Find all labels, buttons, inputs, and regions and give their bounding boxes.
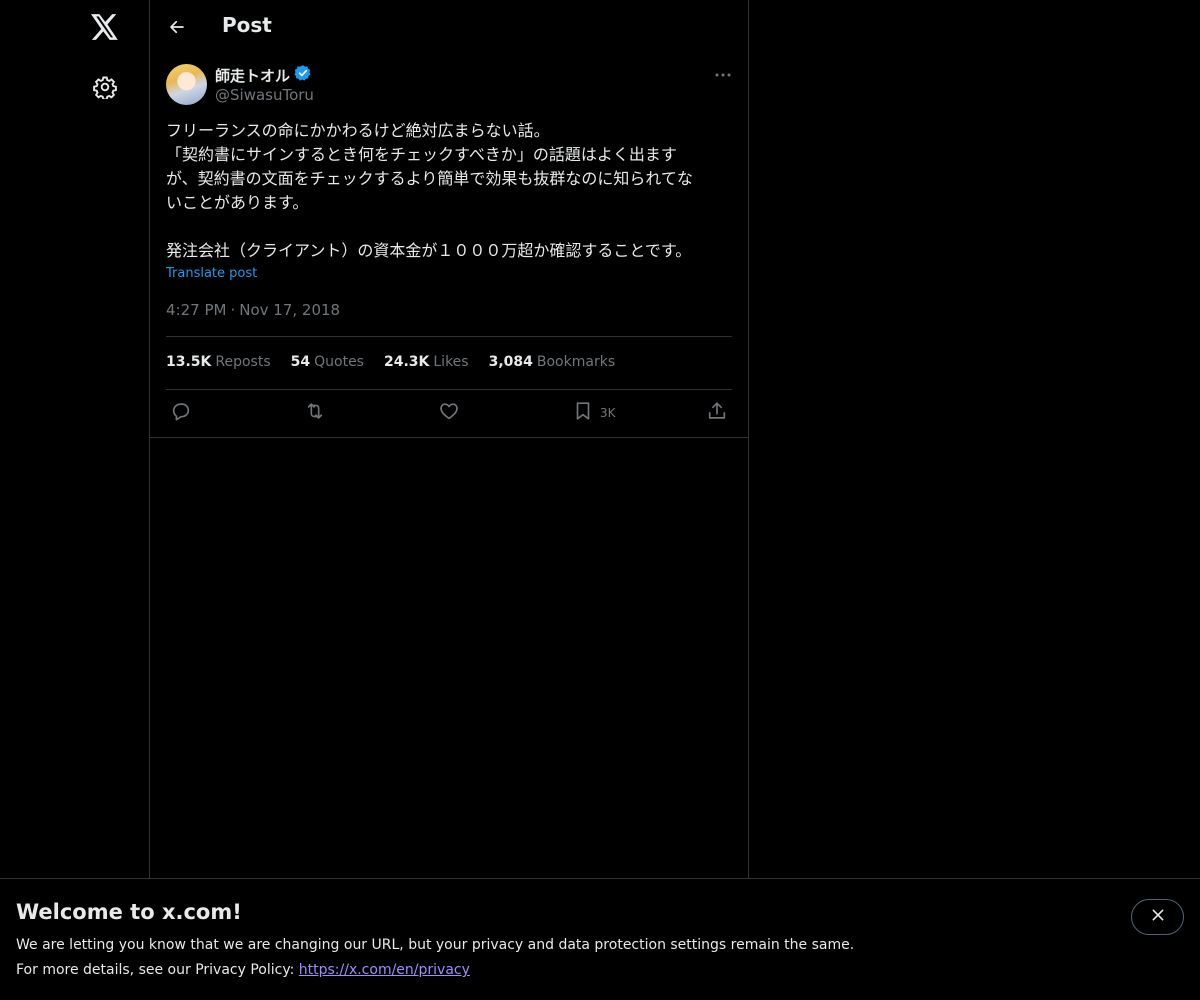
author-handle[interactable]: @SiwasuToru bbox=[215, 86, 314, 104]
post-text-gap bbox=[166, 215, 734, 239]
post-date[interactable]: Nov 17, 2018 bbox=[239, 301, 340, 319]
reposts-count: 13.5K bbox=[166, 354, 212, 370]
page: Post 師走トオル @SiwasuToru フリーランスの命にかかわるけど絶対… bbox=[0, 0, 1200, 1000]
ellipsis-icon[interactable] bbox=[712, 64, 734, 86]
banner-privacy-prefix: For more details, see our Privacy Policy… bbox=[16, 962, 299, 978]
likes-count: 24.3K bbox=[383, 354, 430, 370]
quotes-count: 54 bbox=[290, 354, 311, 370]
reposts-label: Reposts bbox=[215, 354, 271, 370]
share-button[interactable] bbox=[706, 400, 728, 426]
like-button[interactable] bbox=[438, 400, 460, 426]
quotes-label: Quotes bbox=[314, 354, 364, 370]
left-nav bbox=[0, 0, 149, 1000]
translate-post-link[interactable]: Translate post bbox=[166, 266, 257, 281]
avatar[interactable] bbox=[166, 64, 207, 105]
author-name-row: 師走トオル bbox=[215, 64, 312, 86]
post-text-line: 発注会社（クライアント）の資本金が１０００万超か確認することです。 bbox=[166, 241, 692, 260]
repost-button[interactable] bbox=[303, 400, 327, 426]
post-actions: 3K bbox=[166, 400, 734, 426]
author-display-name[interactable]: 師走トオル bbox=[215, 65, 290, 86]
close-icon bbox=[1150, 907, 1166, 927]
likes-label: Likes bbox=[433, 354, 469, 370]
welcome-banner: Welcome to x.com! We are letting you kno… bbox=[0, 878, 1200, 1000]
post-text-line: いことがあります。 bbox=[166, 193, 309, 212]
reposts-stat[interactable]: 13.5K Reposts bbox=[166, 354, 271, 370]
bookmark-count: 3K bbox=[600, 406, 616, 420]
share-icon bbox=[706, 400, 728, 426]
banner-privacy-line: For more details, see our Privacy Policy… bbox=[16, 962, 470, 978]
privacy-policy-link[interactable]: https://x.com/en/privacy bbox=[299, 962, 470, 978]
post-text: フリーランスの命にかかわるけど絶対広まらない話。 「契約書にサインするとき何をチ… bbox=[166, 119, 734, 263]
main-column: Post 師走トオル @SiwasuToru フリーランスの命にかかわるけど絶対… bbox=[149, 0, 749, 1000]
top-bar: Post bbox=[150, 0, 748, 53]
timestamp-separator: · bbox=[230, 301, 236, 319]
bookmark-icon bbox=[572, 400, 594, 426]
x-logo-icon[interactable] bbox=[90, 12, 120, 42]
divider bbox=[166, 336, 732, 337]
gear-icon[interactable] bbox=[92, 74, 118, 100]
quotes-stat[interactable]: 54 Quotes bbox=[291, 354, 364, 370]
arrow-left-icon[interactable] bbox=[166, 16, 188, 38]
divider bbox=[166, 389, 732, 390]
bookmark-button[interactable]: 3K bbox=[572, 400, 616, 426]
post-stats: 13.5K Reposts 54 Quotes 24.3K Likes 3,08… bbox=[166, 354, 615, 370]
repost-icon bbox=[303, 400, 327, 426]
verified-badge-icon bbox=[294, 64, 312, 86]
bookmarks-label: Bookmarks bbox=[536, 354, 616, 370]
page-title: Post bbox=[222, 13, 272, 37]
close-banner-button[interactable] bbox=[1131, 899, 1184, 935]
post-text-line: 「契約書にサインするとき何をチェックすべきか」の話題はよく出ます bbox=[166, 145, 677, 164]
bookmarks-count: 3,084 bbox=[488, 354, 533, 370]
banner-title: Welcome to x.com! bbox=[16, 900, 242, 924]
post-bottom-border bbox=[150, 437, 748, 438]
reply-button[interactable] bbox=[170, 400, 192, 426]
post-text-line: が、契約書の文面をチェックするより簡単で効果も抜群なのに知られてな bbox=[166, 169, 693, 188]
post-time[interactable]: 4:27 PM bbox=[166, 301, 226, 319]
post-timestamp: 4:27 PM · Nov 17, 2018 bbox=[166, 301, 340, 319]
heart-icon bbox=[438, 400, 460, 426]
banner-message: We are letting you know that we are chan… bbox=[16, 937, 855, 953]
likes-stat[interactable]: 24.3K Likes bbox=[384, 354, 469, 370]
reply-icon bbox=[170, 400, 192, 426]
post-text-line: フリーランスの命にかかわるけど絶対広まらない話。 bbox=[166, 121, 550, 140]
bookmarks-stat[interactable]: 3,084 Bookmarks bbox=[489, 354, 616, 370]
